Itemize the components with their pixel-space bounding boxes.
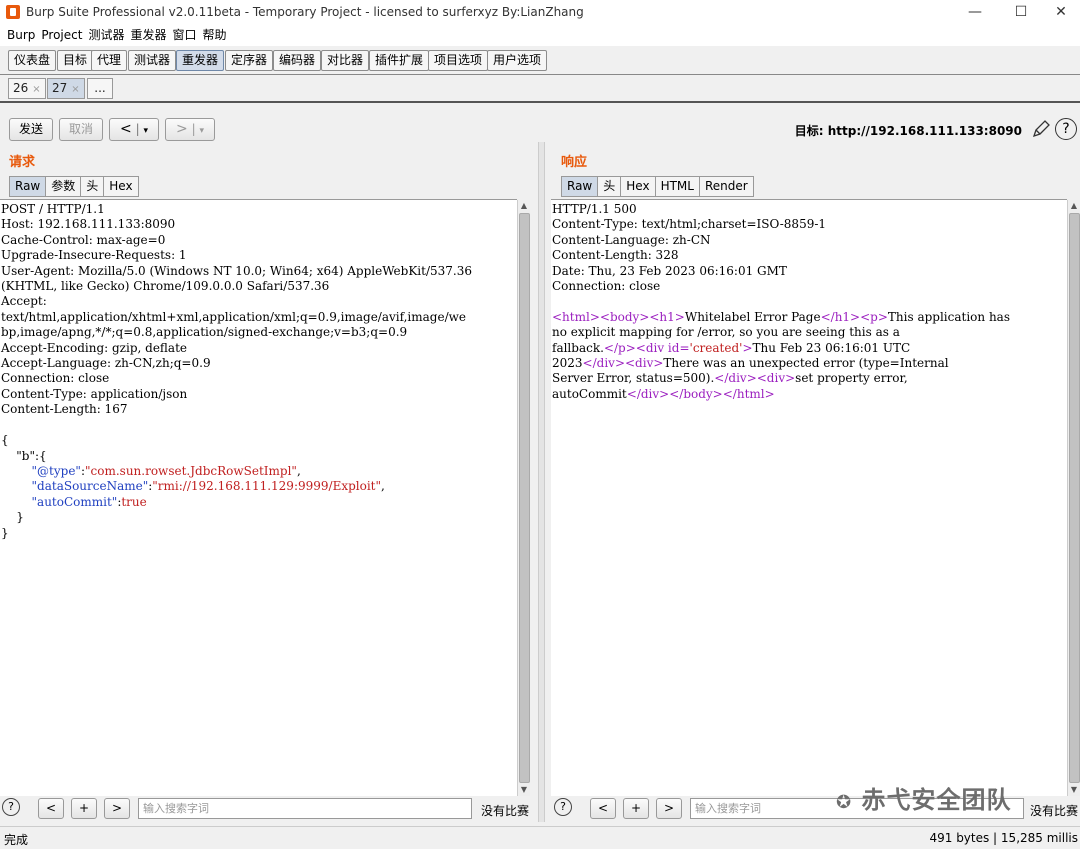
menu-repeater[interactable]: 重发器 — [127, 24, 169, 46]
response-view-tabs: Raw 头 Hex HTML Render — [561, 176, 754, 197]
request-text: POST / HTTP/1.1 Host: 192.168.111.133:80… — [1, 202, 472, 540]
prev-match-button[interactable]: < — [590, 798, 616, 819]
tab-sequencer[interactable]: 定序器 — [225, 50, 274, 71]
tab-comparer[interactable]: 对比器 — [321, 50, 370, 71]
help-icon[interactable]: ? — [554, 798, 572, 816]
prev-match-button[interactable]: < — [38, 798, 64, 819]
subtab-label: 27 — [52, 81, 68, 95]
repeater-sub-tabs: 26 × 27 × ... — [0, 75, 1080, 103]
resp-tab-headers[interactable]: 头 — [597, 176, 622, 197]
response-editor[interactable]: HTTP/1.1 500 Content-Type: text/html;cha… — [551, 199, 1067, 796]
menu-intruder[interactable]: 测试器 — [85, 24, 127, 46]
target-label: 目标: http://192.168.111.133:8090 — [794, 124, 1022, 138]
tab-intruder[interactable]: 测试器 — [128, 50, 177, 71]
dropdown-icon: ▾ — [143, 126, 148, 136]
add-button[interactable]: + — [71, 798, 97, 819]
maximize-button[interactable]: ☐ — [1006, 2, 1036, 22]
help-icon[interactable]: ? — [1055, 118, 1077, 140]
request-search-input[interactable]: 输入搜索字词 — [138, 798, 472, 819]
tab-project-options[interactable]: 项目选项 — [428, 50, 489, 71]
scroll-thumb[interactable] — [519, 213, 530, 783]
close-tab-icon[interactable]: × — [71, 84, 79, 95]
close-window-button[interactable]: ✕ — [1046, 2, 1076, 22]
scroll-thumb[interactable] — [1069, 213, 1080, 783]
subtab-label: 26 — [13, 81, 29, 95]
next-match-button[interactable]: > — [104, 798, 130, 819]
response-stats: 491 bytes | 15,285 millis — [929, 831, 1078, 845]
tab-extender[interactable]: 插件扩展 — [369, 50, 430, 71]
cancel-button[interactable]: 取消 — [59, 118, 103, 141]
close-tab-icon[interactable]: × — [32, 84, 40, 95]
scroll-up-icon[interactable]: ▲ — [518, 200, 530, 212]
edit-target-pencil-icon[interactable] — [1030, 118, 1052, 140]
burp-logo-icon — [6, 5, 20, 19]
tab-decoder[interactable]: 编码器 — [273, 50, 322, 71]
menu-burp[interactable]: Burp — [4, 24, 38, 46]
status-bar: 完成 491 bytes | 15,285 millis — [0, 826, 1080, 849]
req-tab-params[interactable]: 参数 — [45, 176, 82, 197]
menu-bar: Burp Project 测试器 重发器 窗口 帮助 — [0, 24, 1080, 46]
forward-button[interactable]: > | ▾ — [165, 118, 215, 141]
match-count: 没有比赛 — [481, 804, 530, 818]
wechat-icon: ✪ — [836, 792, 853, 813]
subtab-new[interactable]: ... — [87, 78, 113, 99]
split-divider[interactable] — [538, 142, 545, 822]
window-title: Burp Suite Professional v2.0.11beta - Te… — [26, 5, 584, 19]
scroll-down-icon[interactable]: ▼ — [518, 784, 530, 796]
request-view-tabs: Raw 参数头 Hex — [9, 176, 139, 197]
request-editor[interactable]: POST / HTTP/1.1 Host: 192.168.111.133:80… — [0, 199, 517, 796]
tab-target[interactable]: 目标 — [57, 50, 94, 71]
back-button[interactable]: < | ▾ — [109, 118, 159, 141]
match-count: 没有比赛 — [1030, 804, 1079, 818]
scroll-up-icon[interactable]: ▲ — [1068, 200, 1080, 212]
tab-dashboard[interactable]: 仪表盘 — [8, 50, 57, 71]
subtab-27[interactable]: 27 × — [47, 78, 85, 99]
watermark: ✪ 赤弋安全团队 — [836, 786, 1012, 814]
dropdown-icon: ▾ — [199, 126, 204, 136]
req-tab-hex[interactable]: Hex — [103, 176, 139, 197]
resp-tab-html[interactable]: HTML — [654, 176, 700, 197]
resp-tab-raw[interactable]: Raw — [561, 176, 599, 197]
response-heading: 响应 — [561, 155, 588, 170]
response-text: HTTP/1.1 500 Content-Type: text/html;cha… — [552, 202, 1010, 401]
tab-proxy[interactable]: 代理 — [91, 50, 128, 71]
next-match-button[interactable]: > — [656, 798, 682, 819]
main-tab-bar: 仪表盘 目标 代理 测试器 重发器 定序器 编码器 对比器 插件扩展 项目选项 … — [0, 46, 1080, 75]
send-button[interactable]: 发送 — [9, 118, 53, 141]
request-search-bar: ? < + > 输入搜索字词 没有比赛 — [0, 796, 538, 822]
minimize-button[interactable]: — — [960, 2, 990, 22]
req-tab-raw[interactable]: Raw — [9, 176, 47, 197]
request-heading: 请求 — [9, 155, 36, 170]
tab-user-options[interactable]: 用户选项 — [487, 50, 548, 71]
menu-window[interactable]: 窗口 — [169, 24, 199, 46]
status-text: 完成 — [4, 833, 29, 847]
scroll-down-icon[interactable]: ▼ — [1068, 784, 1080, 796]
resp-tab-hex[interactable]: Hex — [620, 176, 656, 197]
menu-help[interactable]: 帮助 — [200, 24, 230, 46]
resp-tab-render[interactable]: Render — [698, 176, 754, 197]
help-icon[interactable]: ? — [2, 798, 20, 816]
forward-arrow-icon: > — [176, 121, 188, 137]
req-tab-headers[interactable]: 头 — [80, 176, 105, 197]
add-button[interactable]: + — [623, 798, 649, 819]
title-bar: Burp Suite Professional v2.0.11beta - Te… — [0, 0, 1080, 24]
subtab-26[interactable]: 26 × — [8, 78, 46, 99]
tab-repeater[interactable]: 重发器 — [176, 50, 225, 71]
menu-project[interactable]: Project — [38, 24, 85, 46]
request-scrollbar[interactable]: ▲ ▼ — [517, 200, 530, 796]
response-scrollbar[interactable]: ▲ ▼ — [1067, 200, 1080, 796]
back-arrow-icon: < — [120, 121, 132, 137]
